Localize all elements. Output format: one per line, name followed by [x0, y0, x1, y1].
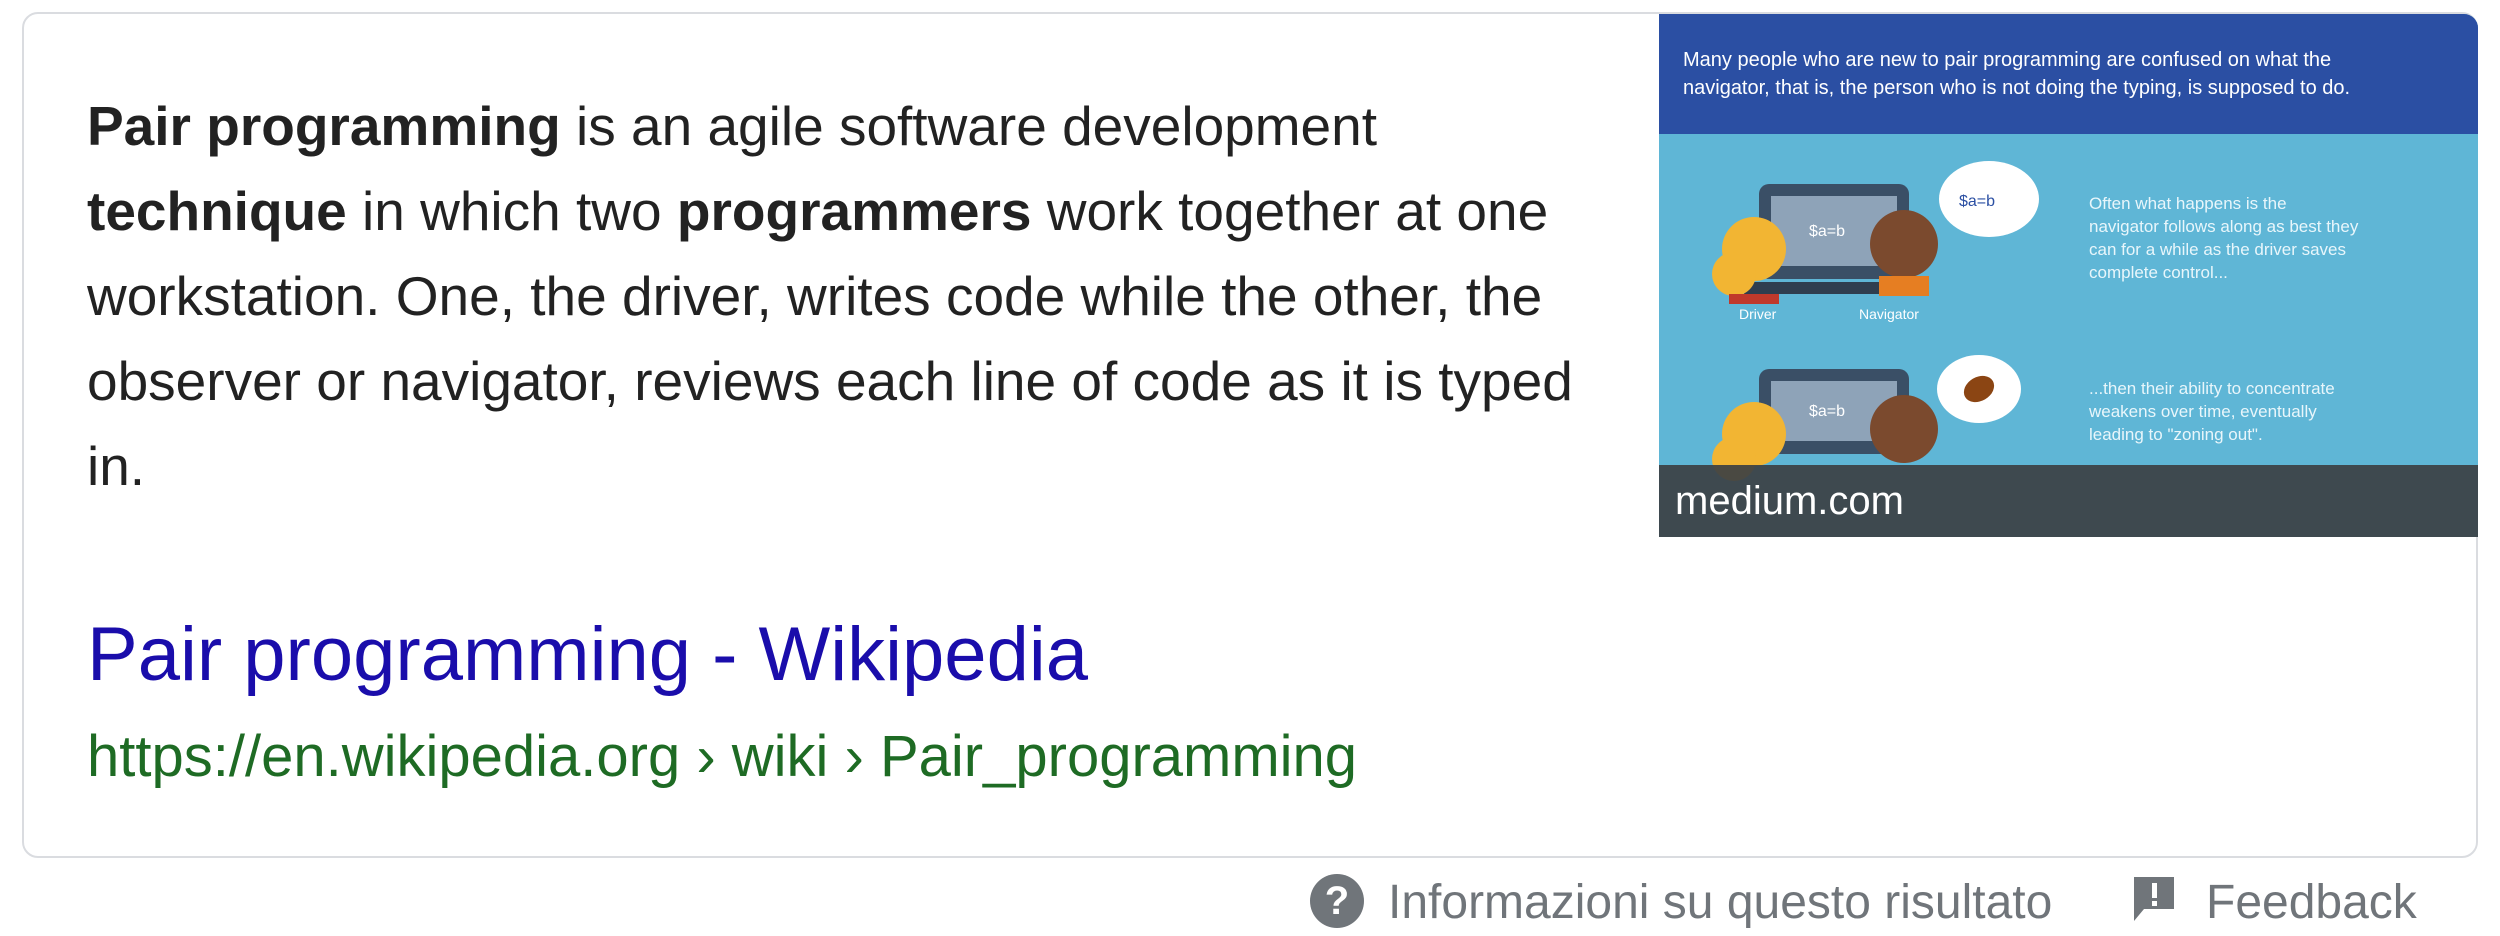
about-this-result-label: Informazioni su questo risultato [1388, 876, 2053, 929]
svg-text:$a=b: $a=b [1809, 403, 1845, 420]
about-this-result-link[interactable]: ? Informazioni su questo risultato [1310, 870, 2052, 936]
snippet-bold-term: programmers [676, 180, 1032, 242]
snippet-bold-term: Pair programming [87, 95, 561, 157]
snippet-thumbnail[interactable]: Many people who are new to pair programm… [1659, 14, 2478, 537]
snippet-text: Pair programming is an agile software de… [87, 84, 1627, 509]
thumbnail-banner [1659, 14, 2478, 134]
svg-text:leading to "zoning out".: leading to "zoning out". [2089, 425, 2263, 444]
feedback-label: Feedback [2206, 876, 2417, 929]
thumbnail-banner-text-line1: Many people who are new to pair programm… [1683, 49, 2331, 71]
thumbnail-panel2-text: ...then their ability to concentrate [2089, 379, 2335, 398]
snippet-text-part: in which two [346, 180, 677, 242]
thumbnail-source-caption: medium.com [1659, 465, 2478, 537]
thumbnail-illustration: Many people who are new to pair programm… [1659, 14, 2478, 481]
thumbnail-banner-text-line2: navigator, that is, the person who is no… [1683, 77, 2350, 99]
svg-text:$a=b: $a=b [1809, 223, 1845, 240]
svg-text:can for a while as the driver: can for a while as the driver saves [2089, 240, 2346, 259]
snippet-bold-term: technique [87, 180, 347, 242]
thumbnail-panel-2: $a=b [1712, 355, 2021, 481]
thumbnail-panel1-text: Often what happens is the [2089, 194, 2287, 213]
svg-text:navigator follows along as bes: navigator follows along as best they [2089, 217, 2359, 236]
feedback-link[interactable]: Feedback [2130, 870, 2417, 936]
svg-text:Navigator: Navigator [1859, 306, 1919, 322]
help-icon: ? [1310, 874, 1364, 929]
thumbnail-panel-1: $a=b $a=b Driver Navigator [1712, 161, 2039, 322]
svg-text:weakens over time, eventually: weakens over time, eventually [2088, 402, 2317, 421]
svg-text:Driver: Driver [1739, 306, 1777, 322]
svg-text:complete control...: complete control... [2089, 263, 2228, 282]
snippet-text-part: is an agile software development [560, 95, 1378, 157]
result-title-link[interactable]: Pair programming - Wikipedia [87, 610, 1088, 700]
result-url-breadcrumb[interactable]: https://en.wikipedia.org › wiki › Pair_p… [87, 722, 1357, 792]
page: Pair programming is an agile software de… [0, 0, 2500, 936]
featured-snippet-card: Pair programming is an agile software de… [22, 12, 2478, 858]
svg-text:$a=b: $a=b [1959, 193, 1995, 210]
feedback-icon [2134, 877, 2174, 922]
